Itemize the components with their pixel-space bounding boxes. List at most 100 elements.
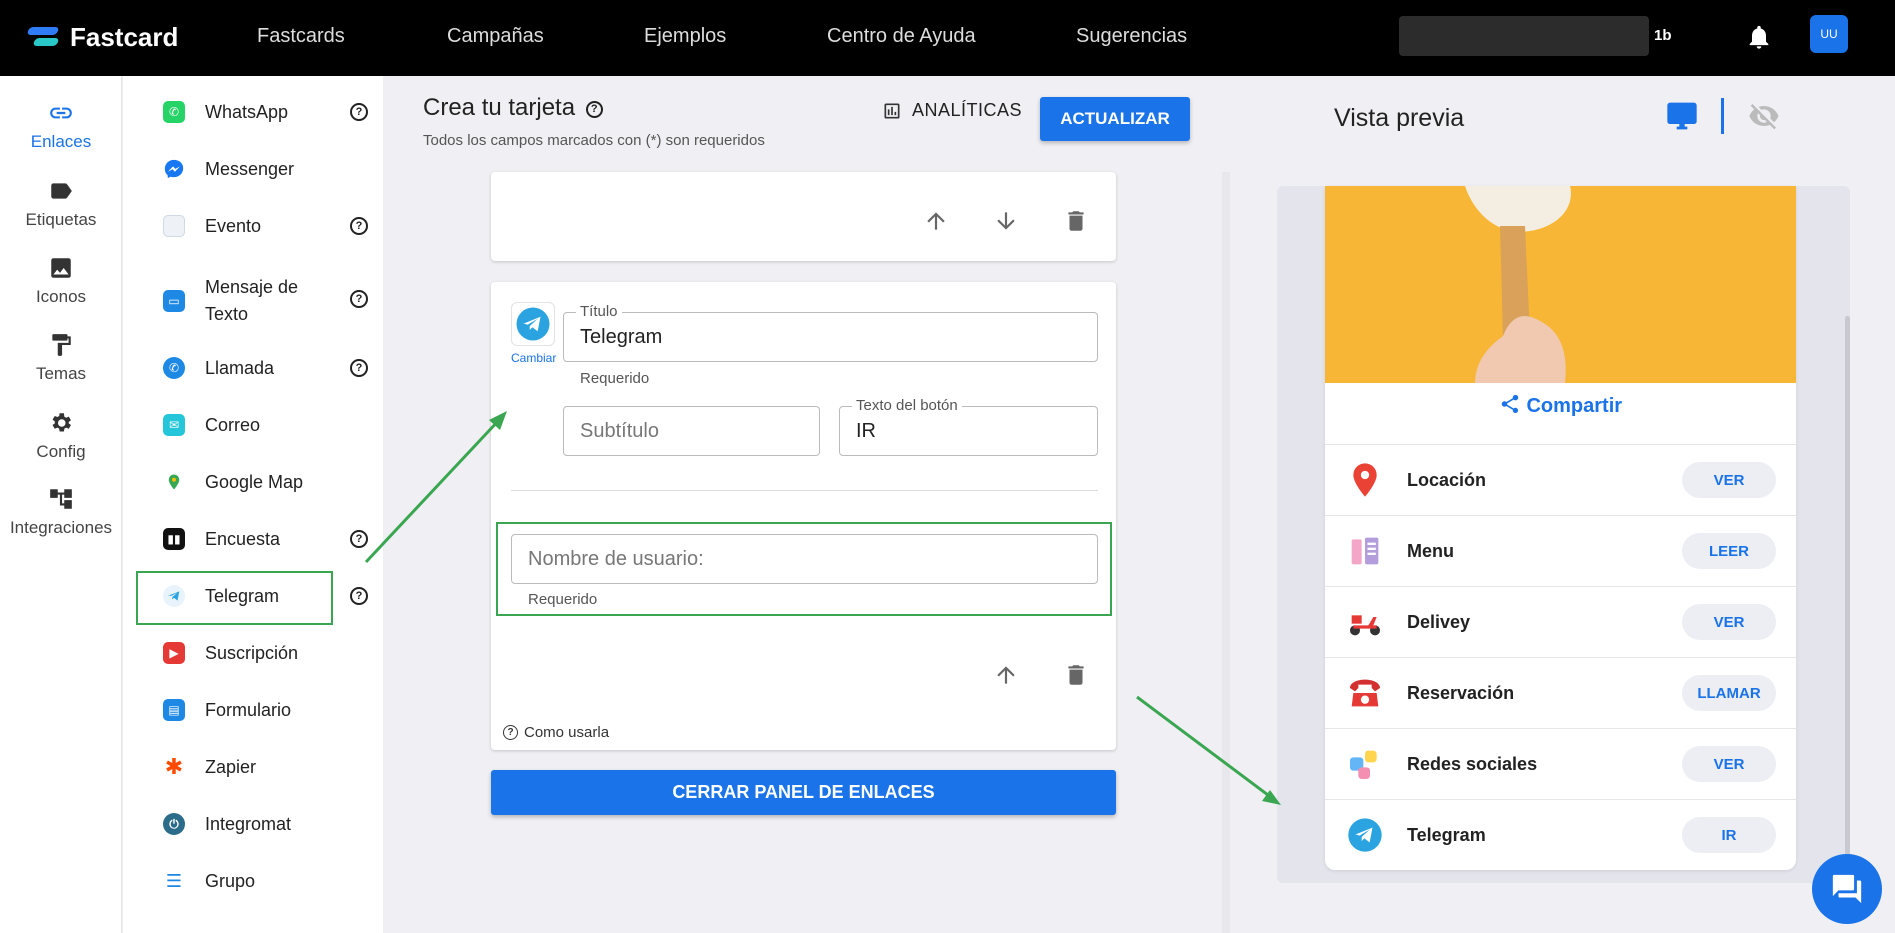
link-type-label: Integromat: [205, 813, 292, 834]
link-type-zapier[interactable]: ✱ Zapier: [163, 754, 363, 779]
page-title-text: Crea tu tarjeta: [423, 94, 576, 121]
button-text-field[interactable]: Texto del botón IR: [839, 397, 1098, 456]
button-text-value: IR: [856, 419, 876, 442]
rail-item-integraciones[interactable]: Integraciones: [0, 486, 122, 538]
link-type-grupo[interactable]: ☰ Grupo: [163, 870, 363, 892]
desktop-icon[interactable]: [1666, 100, 1698, 132]
link-type-label: Messenger: [205, 158, 295, 179]
link-type-messenger[interactable]: Messenger: [163, 158, 363, 180]
arrow-up-icon[interactable]: [923, 208, 949, 234]
how-to-use-link[interactable]: ? Como usarla: [503, 724, 609, 741]
telegram-icon[interactable]: [511, 302, 555, 346]
change-icon-link[interactable]: Cambiar: [511, 351, 556, 365]
telegram-icon: [1348, 818, 1382, 852]
link-type-suscripcion[interactable]: ▶ Suscripción: [163, 642, 363, 664]
preview-row-delivey[interactable]: Delivey VER: [1325, 586, 1796, 657]
preview-row-menu[interactable]: Menu LEER: [1325, 515, 1796, 586]
analytics-button[interactable]: ANALÍTICAS: [882, 100, 1022, 121]
preview-row-locacion[interactable]: Locación VER: [1325, 444, 1796, 515]
eye-off-icon[interactable]: [1748, 100, 1780, 132]
nav-campanas[interactable]: Campañas: [447, 25, 544, 48]
trash-icon[interactable]: [1063, 662, 1089, 688]
link-type-label: Google Map: [205, 471, 304, 492]
rail-item-iconos[interactable]: Iconos: [0, 255, 122, 307]
gear-icon: [52, 413, 71, 432]
rail-item-config[interactable]: Config: [0, 410, 122, 462]
rail-label: Etiquetas: [25, 210, 97, 229]
bell-icon[interactable]: [1745, 22, 1773, 52]
nav-sugerencias[interactable]: Sugerencias: [1076, 25, 1187, 48]
link-type-label: Zapier: [205, 756, 257, 777]
sms-icon: ▭: [163, 290, 185, 312]
panel-divider: [1222, 172, 1230, 933]
close-links-panel-button[interactable]: CERRAR PANEL DE ENLACES: [491, 770, 1116, 815]
rail-label: Integraciones: [9, 518, 113, 537]
logo[interactable]: Fastcard: [26, 22, 178, 53]
help-icon[interactable]: ?: [350, 359, 368, 377]
preview-title: Vista previa: [1334, 104, 1465, 132]
preview-row-reservacion[interactable]: Reservación LLAMAR: [1325, 657, 1796, 728]
search-tail-text: 1b: [1654, 27, 1672, 44]
paint-roller-icon: [52, 334, 71, 356]
nav-fastcards[interactable]: Fastcards: [257, 25, 345, 48]
rail-label: Iconos: [35, 287, 87, 306]
help-icon[interactable]: ?: [350, 103, 368, 121]
chat-button[interactable]: [1812, 854, 1882, 924]
link-type-correo[interactable]: ✉ Correo: [163, 414, 363, 436]
help-icon[interactable]: ?: [350, 587, 368, 605]
nav-ejemplos[interactable]: Ejemplos: [644, 25, 726, 48]
preview-row-button[interactable]: LEER: [1682, 533, 1776, 569]
link-type-encuesta[interactable]: ▮▮ Encuesta ?: [163, 528, 368, 550]
link-type-llamada[interactable]: ✆ Llamada ?: [163, 357, 368, 379]
map-pin-icon: [163, 471, 185, 493]
top-bar: Fastcard Fastcards Campañas Ejemplos Cen…: [0, 0, 1895, 76]
preview-row-button[interactable]: VER: [1682, 462, 1776, 498]
location-pin-icon: [1353, 463, 1377, 497]
link-type-google-map[interactable]: Google Map: [163, 471, 363, 493]
rail-item-etiquetas[interactable]: Etiquetas: [0, 178, 122, 230]
rail-label: Temas: [35, 364, 87, 383]
link-type-whatsapp[interactable]: ✆ WhatsApp ?: [163, 101, 368, 123]
rail-item-enlaces[interactable]: Enlaces: [0, 100, 122, 152]
link-type-integromat[interactable]: ⏻ Integromat: [163, 813, 363, 835]
help-icon[interactable]: ?: [350, 530, 368, 548]
subtitle-field[interactable]: Subtítulo: [563, 406, 820, 456]
preview-row-button[interactable]: IR: [1682, 817, 1776, 853]
preview-row-redes-sociales[interactable]: Redes sociales VER: [1325, 728, 1796, 799]
icon-rail: Enlaces Etiquetas Iconos Temas Config In…: [0, 76, 122, 933]
preview-row-label: Menu: [1407, 540, 1454, 561]
hierarchy-icon: [50, 489, 72, 509]
page-title: Crea tu tarjeta ?: [423, 94, 603, 122]
menu-icon: [1351, 537, 1379, 565]
preview-row-button[interactable]: LLAMAR: [1682, 675, 1776, 711]
preview-row-telegram[interactable]: Telegram IR: [1325, 799, 1796, 870]
preview-scrollbar[interactable]: [1845, 316, 1850, 856]
link-type-label: WhatsApp: [205, 101, 289, 122]
update-button[interactable]: ACTUALIZAR: [1040, 97, 1190, 141]
avatar[interactable]: UU: [1810, 15, 1848, 53]
arrow-to-preview-annotation: [1136, 695, 1273, 800]
share-icon: [1501, 394, 1519, 414]
nav-centro-de-ayuda[interactable]: Centro de Ayuda: [827, 25, 976, 48]
preview-row-button[interactable]: VER: [1682, 746, 1776, 782]
trash-icon[interactable]: [1063, 208, 1089, 234]
arrow-to-form-annotation: [364, 417, 502, 564]
share-button[interactable]: Compartir: [1325, 393, 1796, 418]
search-input[interactable]: [1399, 16, 1649, 56]
rail-item-temas[interactable]: Temas: [0, 332, 122, 384]
integromat-icon: ⏻: [163, 813, 185, 835]
link-type-mensaje-de-texto[interactable]: ▭ Mensaje de Texto ?: [163, 274, 368, 328]
title-field[interactable]: Título Telegram: [563, 303, 1098, 362]
arrow-down-icon[interactable]: [993, 208, 1019, 234]
preview-toolbar-divider: [1721, 98, 1724, 134]
arrow-up-icon[interactable]: [993, 662, 1019, 688]
link-type-evento[interactable]: Evento ?: [163, 215, 368, 237]
poll-icon: ▮▮: [163, 528, 185, 550]
help-icon[interactable]: ?: [350, 290, 368, 308]
preview-row-label: Delivey: [1407, 611, 1471, 632]
label-icon: [51, 183, 72, 199]
help-icon[interactable]: ?: [350, 217, 368, 235]
help-icon[interactable]: ?: [585, 101, 603, 118]
link-type-formulario[interactable]: ▤ Formulario: [163, 699, 363, 721]
preview-row-button[interactable]: VER: [1682, 604, 1776, 640]
